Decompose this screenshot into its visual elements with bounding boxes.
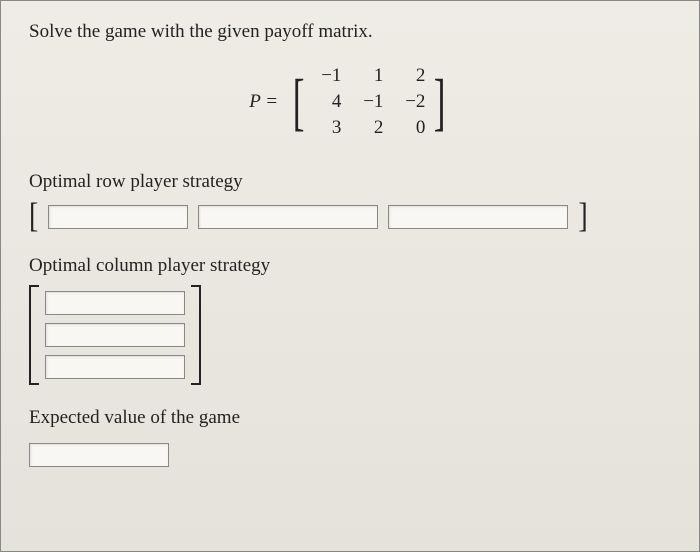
expected-value-block: Expected value of the game (29, 407, 671, 467)
payoff-matrix: [ −1 1 2 4 −1 −2 3 2 0 ] (288, 61, 451, 143)
left-bracket-icon: [ (293, 72, 305, 132)
matrix-rows: −1 1 2 4 −1 −2 3 2 0 (309, 61, 429, 143)
matrix-cell: 2 (355, 117, 383, 139)
matrix-cell: 0 (397, 117, 425, 139)
matrix-cell: 1 (355, 65, 383, 87)
col-strategy-stack (45, 285, 185, 385)
left-bracket-icon (29, 285, 39, 385)
matrix-cell: 4 (313, 91, 341, 113)
col-strategy-vector (29, 285, 671, 385)
col-strategy-input-1[interactable] (45, 291, 185, 315)
matrix-cell: −2 (397, 91, 425, 113)
col-strategy-input-3[interactable] (45, 355, 185, 379)
matrix-cell: 3 (313, 117, 341, 139)
matrix-row: 4 −1 −2 (313, 91, 425, 113)
col-strategy-input-2[interactable] (45, 323, 185, 347)
right-bracket-icon (191, 285, 201, 385)
row-strategy-vector: [ ] (29, 201, 671, 233)
col-strategy-title: Optimal column player strategy (29, 255, 671, 277)
row-strategy-title: Optimal row player strategy (29, 171, 671, 193)
expected-value-input[interactable] (29, 443, 169, 467)
matrix-row: −1 1 2 (313, 65, 425, 87)
matrix-row: 3 2 0 (313, 117, 425, 139)
payoff-matrix-block: P = [ −1 1 2 4 −1 −2 3 2 0 (29, 61, 671, 143)
left-bracket-icon: [ (29, 197, 38, 237)
expected-value-title: Expected value of the game (29, 407, 671, 429)
matrix-cell: 2 (397, 65, 425, 87)
row-strategy-input-3[interactable] (388, 205, 568, 229)
problem-page: Solve the game with the given payoff mat… (0, 0, 700, 552)
problem-prompt: Solve the game with the given payoff mat… (29, 21, 671, 43)
matrix-cell: −1 (313, 65, 341, 87)
p-equals-label: P = (249, 91, 278, 113)
row-strategy-input-2[interactable] (198, 205, 378, 229)
right-bracket-icon: ] (434, 72, 446, 132)
right-bracket-icon: ] (578, 197, 587, 237)
matrix-cell: −1 (355, 91, 383, 113)
row-strategy-input-1[interactable] (48, 205, 188, 229)
